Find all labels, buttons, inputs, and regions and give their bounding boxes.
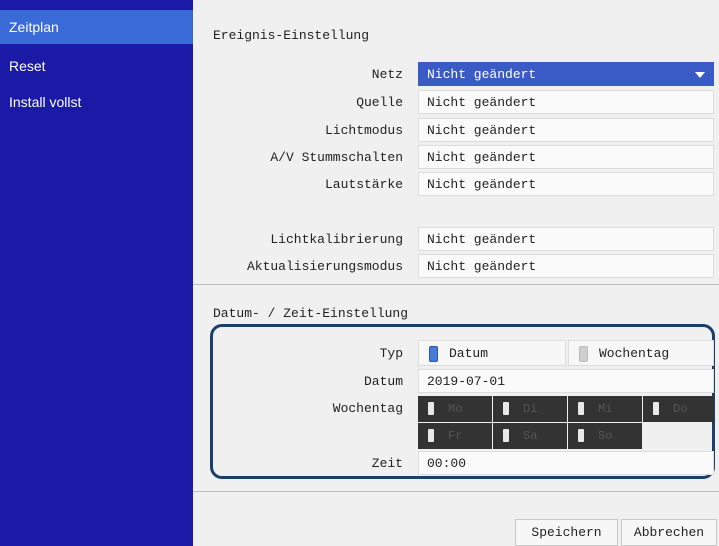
day-label-mi: Mi: [598, 402, 613, 416]
day-toggle-fr[interactable]: Fr: [418, 423, 492, 449]
aktualisierungsmodus-label: Aktualisierungsmodus: [246, 259, 403, 274]
aktualisierungsmodus-dropdown[interactable]: Nicht geändert: [418, 254, 714, 278]
av-stummschalten-dropdown[interactable]: Nicht geändert: [418, 145, 714, 169]
av-stummschalten-label: A/V Stummschalten: [270, 150, 403, 165]
sidebar: Zeitplan Reset Install vollst: [0, 0, 193, 546]
day-label-so: So: [598, 429, 613, 443]
day-toggle-do[interactable]: Do: [643, 396, 714, 422]
zeit-input[interactable]: 00:00: [418, 451, 714, 475]
checkbox-icon: [428, 429, 434, 442]
day-toggle-di[interactable]: Di: [493, 396, 567, 422]
zeit-label: Zeit: [371, 456, 403, 471]
day-label-fr: Fr: [448, 429, 463, 443]
day-toggle-so[interactable]: So: [568, 423, 642, 449]
typ-option-datum[interactable]: Datum: [418, 340, 566, 366]
lichtkalibrierung-dropdown[interactable]: Nicht geändert: [418, 227, 714, 251]
sidebar-item-reset[interactable]: Reset: [0, 49, 193, 83]
day-toggle-mi[interactable]: Mi: [568, 396, 642, 422]
section-divider: [193, 284, 719, 285]
main-panel: Ereignis-Einstellung Netz Nicht geändert…: [193, 0, 719, 546]
lautstaerke-dropdown[interactable]: Nicht geändert: [418, 172, 714, 196]
datetime-settings-title: Datum- / Zeit-Einstellung: [213, 306, 409, 321]
sidebar-item-zeitplan[interactable]: Zeitplan: [0, 10, 193, 44]
typ-option-wochentag[interactable]: Wochentag: [568, 340, 714, 366]
checkbox-icon: [578, 402, 584, 415]
event-settings-title: Ereignis-Einstellung: [213, 28, 370, 43]
day-label-do: Do: [673, 402, 688, 416]
netz-dropdown[interactable]: Nicht geändert: [418, 62, 714, 86]
lichtmodus-dropdown[interactable]: Nicht geändert: [418, 118, 714, 142]
lautstaerke-label: Lautstärke: [324, 177, 403, 192]
typ-option-wochentag-label: Wochentag: [599, 346, 670, 361]
lichtmodus-label: Lichtmodus: [324, 123, 403, 138]
footer-divider: [193, 491, 719, 492]
save-button[interactable]: Speichern: [515, 519, 618, 546]
day-label-di: Di: [523, 402, 538, 416]
datum-input[interactable]: 2019-07-01: [418, 369, 714, 393]
quelle-dropdown[interactable]: Nicht geändert: [418, 90, 714, 114]
datum-label: Datum: [363, 374, 403, 389]
typ-label: Typ: [379, 346, 403, 361]
wochentag-label: Wochentag: [332, 401, 403, 416]
typ-option-datum-label: Datum: [449, 346, 489, 361]
netz-label: Netz: [371, 67, 403, 82]
radio-selected-icon: [429, 346, 438, 362]
checkbox-icon: [503, 402, 509, 415]
cancel-button[interactable]: Abbrechen: [621, 519, 717, 546]
sidebar-item-install-vollst[interactable]: Install vollst: [0, 85, 193, 119]
day-toggle-mo[interactable]: Mo: [418, 396, 492, 422]
lichtkalibrierung-label: Lichtkalibrierung: [270, 232, 403, 247]
chevron-down-icon: [695, 72, 705, 78]
checkbox-icon: [428, 402, 434, 415]
checkbox-icon: [653, 402, 659, 415]
day-label-sa: Sa: [523, 429, 538, 443]
radio-unselected-icon: [579, 346, 588, 362]
quelle-label: Quelle: [356, 95, 403, 110]
checkbox-icon: [503, 429, 509, 442]
day-toggle-sa[interactable]: Sa: [493, 423, 567, 449]
checkbox-icon: [578, 429, 584, 442]
netz-value: Nicht geändert: [427, 67, 537, 82]
day-label-mo: Mo: [448, 402, 463, 416]
